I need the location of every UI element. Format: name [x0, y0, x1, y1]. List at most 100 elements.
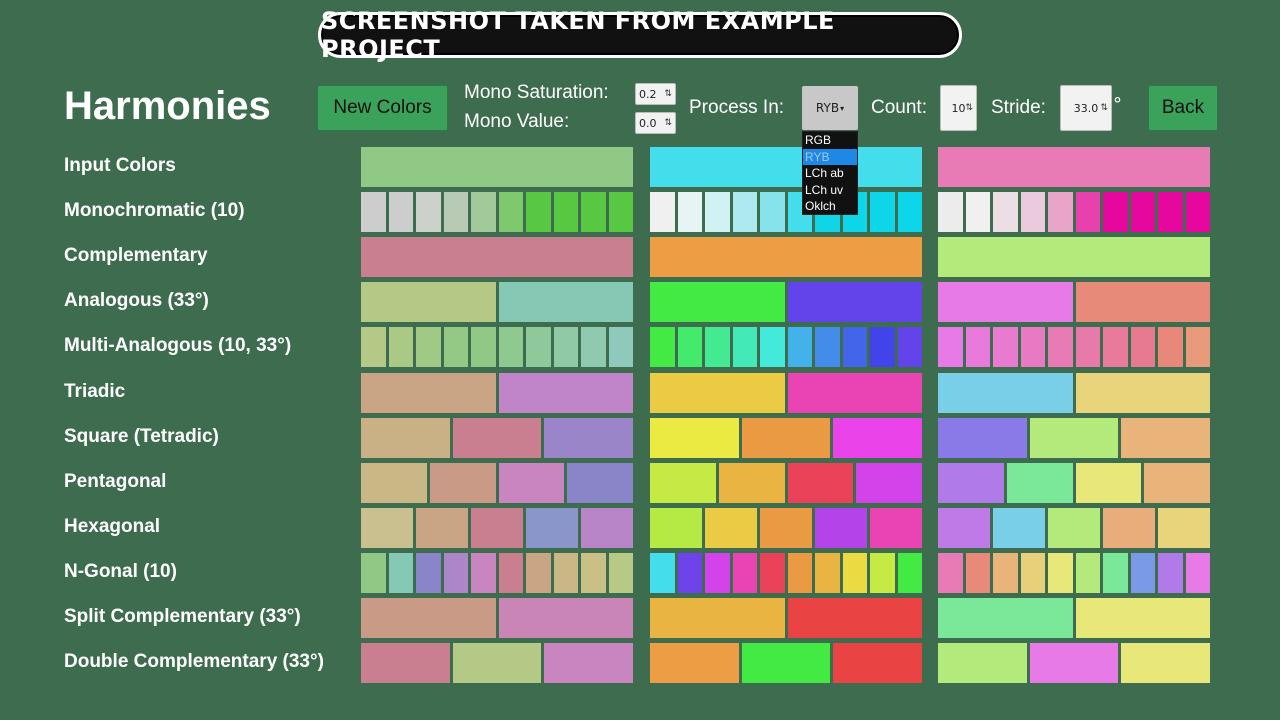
color-swatch: [1075, 598, 1210, 638]
color-swatch: [938, 147, 1210, 187]
color-swatch: [938, 507, 990, 548]
mono-saturation-label: Mono Saturation:: [464, 82, 609, 103]
color-swatch: [870, 327, 895, 368]
color-swatch: [705, 552, 730, 593]
color-swatch: [526, 507, 578, 548]
color-swatch: [965, 192, 990, 233]
color-swatch: [705, 192, 730, 233]
color-swatch: [718, 462, 785, 503]
process-option-lch-uv[interactable]: LCh uv: [803, 182, 857, 199]
color-swatch: [361, 237, 633, 278]
color-swatch: [965, 327, 990, 368]
mono-saturation-spinbox[interactable]: 0.2 ⇅: [635, 83, 676, 105]
color-swatch: [1103, 507, 1155, 548]
color-swatch: [897, 192, 922, 233]
color-swatch: [856, 462, 922, 503]
color-swatch: [1103, 552, 1128, 593]
color-swatch: [760, 192, 785, 233]
color-swatch: [471, 552, 496, 593]
color-swatch: [1020, 327, 1045, 368]
row-label: Monochromatic (10): [64, 200, 245, 222]
process-option-oklch[interactable]: Oklch: [803, 198, 857, 215]
color-swatch: [1121, 643, 1210, 684]
color-swatch: [526, 552, 551, 593]
back-button[interactable]: Back: [1148, 85, 1218, 131]
color-swatch: [1075, 462, 1142, 503]
color-swatch: [842, 327, 867, 368]
color-swatch: [1029, 643, 1119, 684]
color-swatch: [732, 552, 757, 593]
color-swatch: [1075, 372, 1210, 413]
color-swatch: [1048, 327, 1073, 368]
color-swatch: [581, 552, 606, 593]
color-swatch: [650, 372, 785, 413]
color-swatch: [787, 598, 922, 638]
count-spinbox[interactable]: 10 ⇅: [940, 85, 977, 131]
mono-value-spinbox[interactable]: 0.0 ⇅: [635, 112, 676, 134]
mono-value-label: Mono Value:: [464, 111, 570, 132]
color-swatch: [388, 552, 413, 593]
process-in-dropdown: RGB RYB LCh ab LCh uv Oklch: [802, 131, 858, 215]
color-swatch: [526, 192, 551, 233]
color-swatch: [1075, 327, 1100, 368]
color-swatch: [787, 552, 812, 593]
color-swatch: [443, 327, 468, 368]
color-swatch: [553, 327, 578, 368]
color-swatch: [815, 507, 867, 548]
color-swatch: [965, 552, 990, 593]
color-swatch: [471, 327, 496, 368]
color-swatch: [938, 552, 963, 593]
process-in-select[interactable]: RYB ▾: [802, 86, 858, 130]
color-swatch: [760, 507, 812, 548]
color-swatch: [1158, 507, 1210, 548]
color-swatch: [650, 327, 675, 368]
color-swatch: [1020, 192, 1045, 233]
color-swatch: [361, 327, 386, 368]
spin-arrows-icon: ⇅: [965, 103, 973, 113]
color-swatch: [650, 417, 739, 458]
color-swatch: [416, 552, 441, 593]
color-swatch: [1048, 192, 1073, 233]
color-swatch: [452, 643, 542, 684]
color-swatch: [870, 507, 922, 548]
process-option-rgb[interactable]: RGB: [803, 132, 857, 149]
color-swatch: [581, 192, 606, 233]
color-swatch: [361, 462, 427, 503]
color-swatch: [498, 552, 523, 593]
color-swatch: [1185, 327, 1210, 368]
color-swatch: [443, 192, 468, 233]
color-swatch: [870, 552, 895, 593]
color-swatch: [498, 462, 565, 503]
color-swatch: [1075, 282, 1210, 323]
color-swatch: [760, 552, 785, 593]
color-swatch: [498, 372, 633, 413]
color-swatch: [553, 552, 578, 593]
page-title: Harmonies: [64, 84, 271, 128]
color-swatch: [388, 327, 413, 368]
new-colors-button[interactable]: New Colors: [317, 85, 448, 131]
color-swatch: [608, 552, 633, 593]
process-option-lch-ab[interactable]: LCh ab: [803, 165, 857, 182]
color-swatch: [787, 282, 922, 323]
color-swatch: [650, 598, 785, 638]
color-swatch: [1158, 327, 1183, 368]
color-swatch: [1130, 192, 1155, 233]
spin-arrows-icon: ⇅: [664, 89, 672, 99]
color-swatch: [842, 552, 867, 593]
row-label: Square (Tetradic): [64, 425, 219, 447]
color-swatch: [1158, 192, 1183, 233]
color-swatch: [1185, 552, 1210, 593]
process-option-ryb[interactable]: RYB: [803, 148, 857, 166]
color-swatch: [1029, 417, 1119, 458]
color-swatch: [938, 372, 1073, 413]
color-swatch: [429, 462, 496, 503]
row-label: Multi-Analogous (10, 33°): [64, 335, 292, 357]
mono-value-value: 0.0: [639, 116, 657, 130]
stride-spinbox[interactable]: 33.0 ⇅: [1060, 85, 1112, 131]
color-swatch: [741, 643, 831, 684]
color-swatch: [993, 327, 1018, 368]
color-swatch: [544, 417, 633, 458]
color-swatch: [938, 643, 1027, 684]
color-swatch: [938, 282, 1073, 323]
color-swatch: [938, 192, 963, 233]
